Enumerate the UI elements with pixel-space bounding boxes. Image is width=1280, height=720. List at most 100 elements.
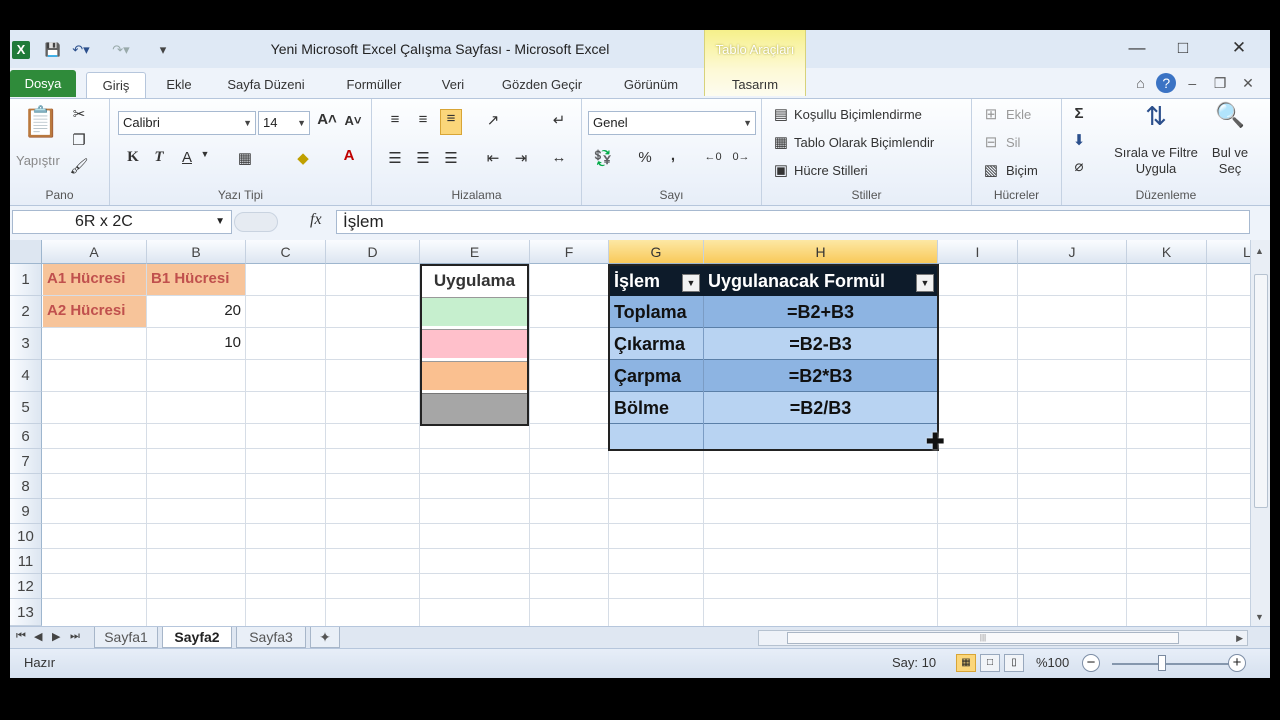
- next-sheet-icon[interactable]: ▶: [52, 630, 60, 643]
- percent-button[interactable]: %: [634, 149, 656, 166]
- row-header-1[interactable]: 1: [10, 264, 42, 296]
- zoom-in-button[interactable]: +: [1228, 654, 1246, 672]
- increase-decimal-icon[interactable]: ←0: [702, 151, 724, 163]
- tab-insert[interactable]: Ekle: [156, 72, 202, 98]
- merge-center-icon[interactable]: ↔: [548, 149, 570, 166]
- row-header-4[interactable]: 4: [10, 360, 42, 392]
- cell-b2[interactable]: 20: [147, 296, 245, 327]
- cell-h2[interactable]: =B2+B3: [704, 297, 937, 328]
- row-header-13[interactable]: 13: [10, 599, 42, 626]
- close-button[interactable]: ✕: [1216, 34, 1262, 62]
- cell-a2[interactable]: A2 Hücresi: [43, 296, 146, 327]
- cell-g3[interactable]: Çıkarma: [610, 329, 704, 360]
- row-header-2[interactable]: 2: [10, 296, 42, 328]
- cell-h1[interactable]: Uygulanacak Formül: [704, 266, 914, 296]
- row-header-6[interactable]: 6: [10, 424, 42, 449]
- vertical-scrollbar[interactable]: ▲ ▼: [1250, 240, 1270, 626]
- zoom-level[interactable]: %100: [1036, 655, 1069, 670]
- align-bottom-icon[interactable]: ≡: [440, 109, 462, 135]
- row-header-9[interactable]: 9: [10, 499, 42, 524]
- decrease-indent-icon[interactable]: ⇤: [482, 149, 504, 167]
- align-left-icon[interactable]: ☰: [384, 149, 406, 167]
- fill-color-icon[interactable]: ◆: [292, 149, 314, 167]
- delete-cells-button[interactable]: Sil: [1006, 135, 1020, 150]
- font-name-combo[interactable]: Calibri ▼: [118, 111, 256, 135]
- name-box[interactable]: 6R x 2C ▼: [12, 210, 232, 234]
- align-right-icon[interactable]: ☰: [440, 149, 462, 167]
- formula-input[interactable]: İşlem: [336, 210, 1250, 234]
- tab-data[interactable]: Veri: [430, 72, 476, 98]
- find-select-label-2[interactable]: Seç: [1206, 161, 1254, 176]
- insert-sheet-icon[interactable]: ✦: [310, 627, 340, 648]
- find-select-label[interactable]: Bul ve: [1206, 145, 1254, 160]
- scroll-right-icon[interactable]: ▶: [1236, 631, 1243, 645]
- filter-dropdown-icon[interactable]: ▼: [682, 274, 700, 292]
- comma-button[interactable]: ,: [662, 147, 684, 164]
- row-header-8[interactable]: 8: [10, 474, 42, 499]
- row-header-3[interactable]: 3: [10, 328, 42, 360]
- page-layout-view-icon[interactable]: □: [980, 654, 1000, 672]
- paste-button[interactable]: Yapıştır: [16, 153, 60, 168]
- col-header-l[interactable]: L: [1207, 240, 1250, 264]
- cell-e4-orange[interactable]: [422, 361, 527, 390]
- format-cells-button[interactable]: Biçim: [1006, 163, 1038, 178]
- row-header-7[interactable]: 7: [10, 449, 42, 474]
- row-header-12[interactable]: 12: [10, 574, 42, 599]
- orientation-icon[interactable]: ↗: [482, 111, 504, 129]
- binoculars-icon[interactable]: 🔍: [1212, 101, 1248, 130]
- zoom-slider-knob[interactable]: [1158, 655, 1166, 671]
- minimize-button[interactable]: —: [1114, 34, 1160, 62]
- sheet-tab-sayfa1[interactable]: Sayfa1: [94, 627, 158, 648]
- cell-e5-gray[interactable]: [422, 393, 527, 424]
- maximize-button[interactable]: □: [1160, 34, 1206, 62]
- col-header-a[interactable]: A: [42, 240, 147, 264]
- align-center-icon[interactable]: ☰: [412, 149, 434, 167]
- sort-filter-icon[interactable]: ⇅: [1138, 101, 1174, 132]
- format-painter-icon[interactable]: 🖌: [68, 157, 90, 175]
- vertical-scroll-thumb[interactable]: [1254, 274, 1268, 508]
- align-middle-icon[interactable]: ≡: [412, 111, 434, 128]
- col-header-f[interactable]: F: [530, 240, 609, 264]
- zoom-slider[interactable]: [1112, 663, 1230, 665]
- fill-icon[interactable]: ⬇: [1068, 131, 1090, 149]
- tab-page-layout[interactable]: Sayfa Düzeni: [216, 72, 316, 98]
- col-header-d[interactable]: D: [326, 240, 420, 264]
- sheet-tab-sayfa2[interactable]: Sayfa2: [162, 627, 232, 648]
- cell-e2-green[interactable]: [422, 297, 527, 326]
- col-header-g[interactable]: G: [609, 240, 704, 264]
- clear-icon[interactable]: ⌀: [1068, 157, 1090, 175]
- cell-styles-button[interactable]: Hücre Stilleri: [794, 163, 868, 178]
- sort-filter-label[interactable]: Sırala ve Filtre: [1110, 145, 1202, 160]
- col-header-h[interactable]: H: [704, 240, 938, 264]
- tab-design[interactable]: Tasarım: [712, 72, 798, 98]
- first-sheet-icon[interactable]: ⏮: [16, 630, 26, 643]
- tab-review[interactable]: Gözden Geçir: [492, 72, 592, 98]
- col-header-b[interactable]: B: [147, 240, 246, 264]
- horizontal-scrollbar[interactable]: ||| ▶: [758, 630, 1248, 646]
- conditional-format-button[interactable]: Koşullu Biçimlendirme: [794, 107, 922, 122]
- worksheet-grid[interactable]: A B C D E F G H I J K L 1 2 3 4 5 6 7 8 …: [10, 240, 1250, 626]
- shrink-font-icon[interactable]: A˅: [342, 113, 364, 128]
- copy-icon[interactable]: ❐: [68, 131, 90, 149]
- prev-sheet-icon[interactable]: ◀: [34, 630, 42, 643]
- bold-button[interactable]: K: [122, 149, 144, 166]
- insert-cells-button[interactable]: Ekle: [1006, 107, 1031, 122]
- wrap-text-icon[interactable]: ↵: [548, 111, 570, 129]
- col-header-k[interactable]: K: [1127, 240, 1207, 264]
- filter-dropdown-icon[interactable]: ▼: [916, 274, 934, 292]
- cell-h3[interactable]: =B2-B3: [704, 329, 937, 360]
- autosum-button[interactable]: Σ: [1068, 105, 1090, 122]
- col-header-i[interactable]: I: [938, 240, 1018, 264]
- number-format-combo[interactable]: Genel ▼: [588, 111, 756, 135]
- format-as-table-button[interactable]: Tablo Olarak Biçimlendir: [794, 135, 934, 150]
- borders-icon[interactable]: ▦: [234, 149, 256, 167]
- sort-filter-label-2[interactable]: Uygula: [1110, 161, 1202, 176]
- cell-e3-pink[interactable]: [422, 329, 527, 358]
- col-header-e[interactable]: E: [420, 240, 530, 264]
- horizontal-scroll-thumb[interactable]: |||: [787, 632, 1179, 644]
- scroll-down-icon[interactable]: ▼: [1255, 612, 1264, 622]
- cell-b3[interactable]: 10: [147, 328, 245, 359]
- row-header-5[interactable]: 5: [10, 392, 42, 424]
- cell-h5[interactable]: =B2/B3: [704, 393, 937, 424]
- font-size-combo[interactable]: 14 ▼: [258, 111, 310, 135]
